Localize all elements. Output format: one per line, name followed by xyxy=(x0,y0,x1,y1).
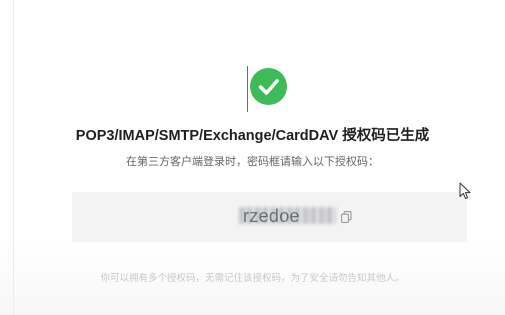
page-title: POP3/IMAP/SMTP/Exchange/CardDAV 授权码已生成 xyxy=(75,128,430,144)
check-circle-icon xyxy=(250,68,287,105)
page-subtitle: 在第三方客户端登录时，密码框请输入以下授权码： xyxy=(126,156,379,168)
copy-icon[interactable] xyxy=(341,210,352,223)
security-footnote: 你可以拥有多个授权码，无需记住该授权码，为了安全请勿告知其他人。 xyxy=(100,273,405,284)
redacted-code-mask xyxy=(239,207,336,224)
auth-code-success-page: POP3/IMAP/SMTP/Exchange/CardDAV 授权码已生成 在… xyxy=(0,0,505,315)
mouse-pointer-icon xyxy=(459,182,472,200)
text-caret xyxy=(247,66,248,112)
